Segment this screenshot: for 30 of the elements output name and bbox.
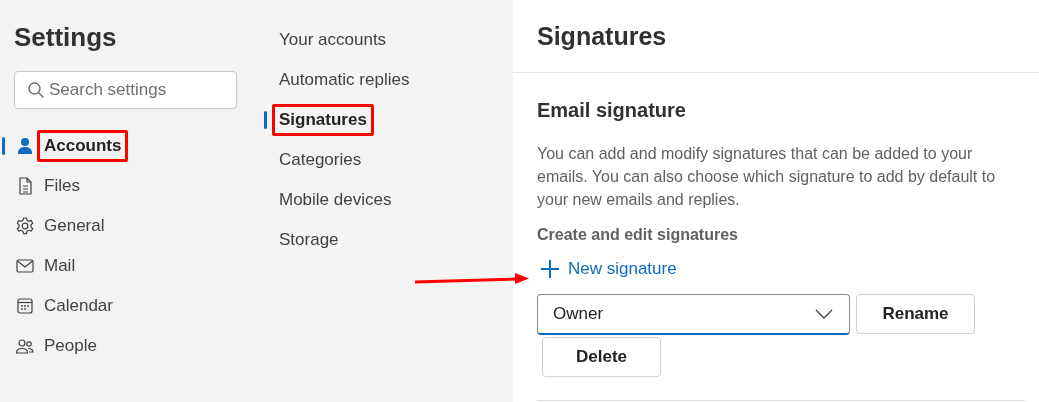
- subnav-item[interactable]: Categories: [263, 140, 513, 180]
- subnav-item[interactable]: Your accounts: [263, 20, 513, 60]
- subnav-item[interactable]: Mobile devices: [263, 180, 513, 220]
- person-icon: [15, 136, 35, 156]
- subheading: Create and edit signatures: [537, 226, 739, 244]
- search-icon: [27, 81, 45, 99]
- search-field[interactable]: Search settings: [14, 71, 237, 109]
- nav-item[interactable]: General: [0, 206, 263, 246]
- plus-icon: [540, 259, 560, 279]
- subnav-item[interactable]: Automatic replies: [263, 60, 513, 100]
- section-title: Email signature: [537, 99, 687, 122]
- people-icon: [15, 336, 35, 356]
- nav-item[interactable]: People: [0, 326, 263, 366]
- nav-item[interactable]: Files: [0, 166, 263, 206]
- nav-item[interactable]: Accounts: [0, 126, 263, 166]
- nav-item[interactable]: Calendar: [0, 286, 263, 326]
- description: You can add and modify signatures that can be added to your emails. You can also choose which signature to add by default to your new emails and replies.: [537, 144, 997, 210]
- settings-title: Settings: [14, 22, 118, 52]
- page-title: Signatures: [537, 21, 667, 51]
- nav-item[interactable]: Mail: [0, 246, 263, 286]
- new-signature-button[interactable]: New signature: [537, 256, 677, 282]
- chevron-down-icon: [815, 309, 833, 319]
- delete-button[interactable]: Delete: [542, 337, 661, 377]
- signature-dropdown[interactable]: Owner: [537, 294, 850, 335]
- subnav-item[interactable]: Storage: [263, 220, 513, 260]
- mail-icon: [15, 256, 35, 276]
- gear-icon: [15, 216, 35, 236]
- rename-button[interactable]: Rename: [856, 294, 975, 334]
- subnav-item[interactable]: Signatures: [263, 100, 513, 140]
- calendar-icon: [15, 296, 35, 316]
